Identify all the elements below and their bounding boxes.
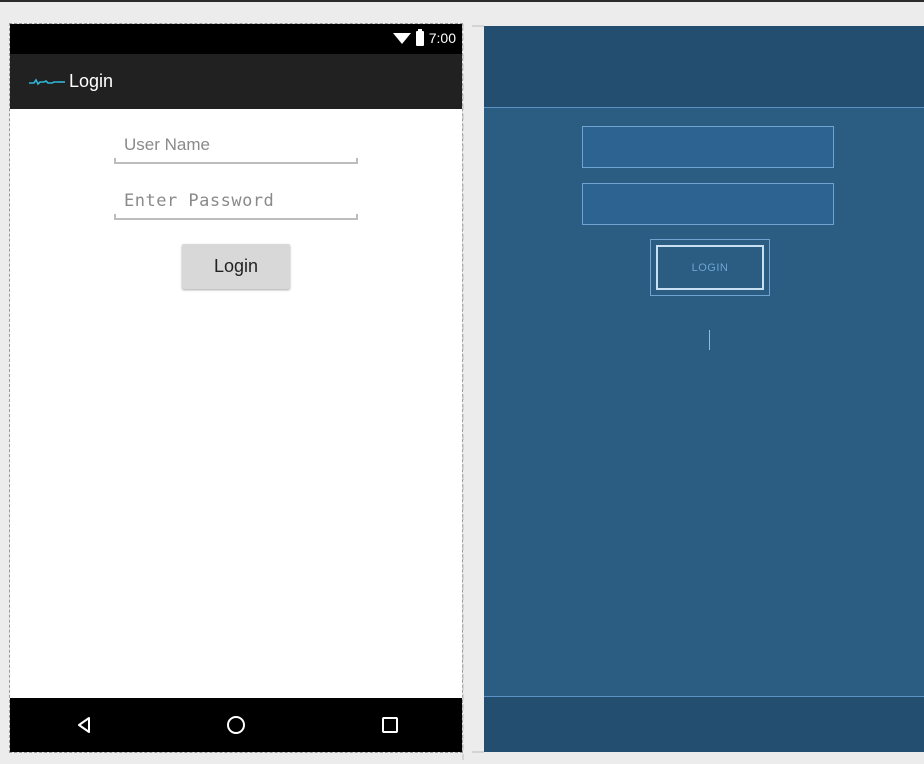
navigation-bar — [10, 698, 462, 752]
battery-icon — [415, 28, 424, 46]
recent-apps-icon[interactable] — [360, 698, 420, 752]
blueprint-action-bar — [484, 26, 924, 108]
action-bar: Login — [10, 54, 462, 109]
password-field[interactable] — [114, 184, 358, 220]
username-input[interactable] — [114, 128, 358, 162]
blueprint-login-button[interactable]: LOGIN — [656, 245, 764, 290]
layout-editor: 7:00 Login Login — [0, 0, 924, 764]
blueprint-password-field[interactable] — [582, 183, 834, 225]
blueprint-login-button-outline[interactable]: LOGIN — [650, 239, 770, 296]
preview-divider — [462, 24, 484, 764]
blueprint-username-field[interactable] — [582, 126, 834, 168]
status-icons: 7:00 — [392, 28, 456, 46]
app-icon — [28, 77, 66, 87]
wifi-icon — [392, 32, 411, 44]
design-preview[interactable]: 7:00 Login Login — [9, 23, 463, 753]
action-bar-title: Login — [69, 71, 114, 91]
username-field[interactable] — [114, 128, 358, 164]
home-icon[interactable] — [206, 698, 266, 752]
status-time: 7:00 — [428, 30, 456, 46]
status-bar: 7:00 — [10, 24, 462, 54]
blueprint-text-cursor — [709, 330, 710, 350]
login-button[interactable]: Login — [182, 244, 290, 289]
password-input[interactable] — [114, 184, 358, 218]
back-icon[interactable] — [54, 698, 114, 752]
blueprint-preview[interactable]: LOGIN — [484, 26, 924, 752]
blueprint-navigation-bar — [484, 696, 924, 752]
editor-top-strip — [0, 0, 924, 24]
